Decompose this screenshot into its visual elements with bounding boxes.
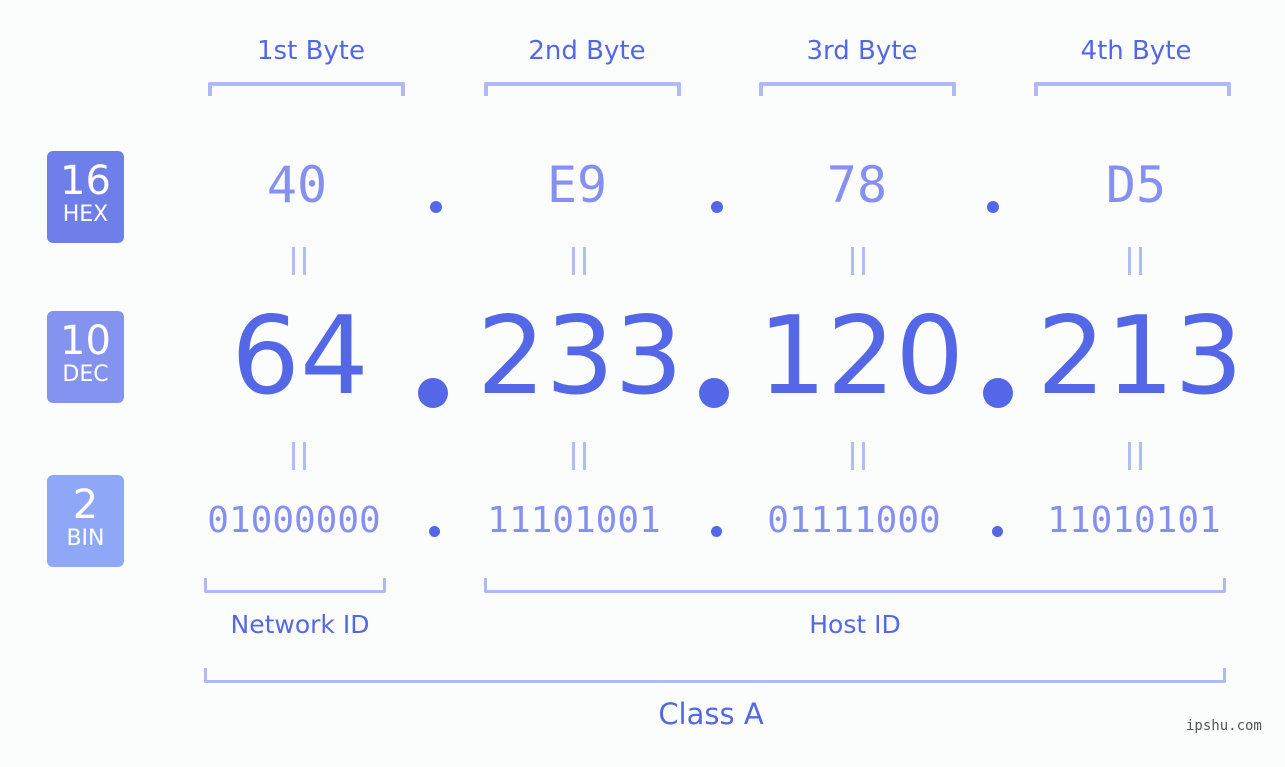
hex-value-2: E9: [546, 156, 608, 214]
bin-separator-dot: [992, 526, 1003, 537]
byte-bracket-2: [484, 82, 681, 96]
dec-value-2: 233: [476, 294, 684, 419]
bin-value-4: 11010101: [1047, 500, 1221, 541]
byte-bracket-1: [208, 82, 405, 96]
dec-separator-dot: [418, 378, 448, 408]
bin-badge: 2 BIN: [47, 475, 124, 567]
equals-sign: [292, 442, 306, 470]
byte-header-1: 1st Byte: [257, 36, 365, 66]
hex-badge-label: HEX: [62, 202, 109, 227]
bin-value-3: 01111000: [767, 500, 941, 541]
hex-badge-number: 16: [60, 158, 111, 204]
equals-sign: [572, 442, 586, 470]
equals-sign: [851, 247, 865, 275]
watermark: ipshu.com: [1186, 718, 1262, 734]
byte-header-4: 4th Byte: [1080, 36, 1192, 66]
bin-separator-dot: [711, 526, 722, 537]
bin-badge-number: 2: [72, 482, 99, 528]
hex-value-4: D5: [1105, 156, 1167, 214]
bin-separator-dot: [429, 526, 440, 537]
dec-value-1: 64: [231, 294, 369, 419]
bin-value-2: 11101001: [487, 500, 661, 541]
dec-badge-number: 10: [60, 318, 111, 364]
network-id-label: Network ID: [230, 610, 370, 639]
class-label: Class A: [658, 697, 764, 731]
bin-value-1: 01000000: [207, 500, 381, 541]
byte-header-3: 3rd Byte: [806, 36, 918, 66]
hex-value-1: 40: [266, 156, 328, 214]
equals-sign: [292, 247, 306, 275]
dec-value-4: 213: [1036, 294, 1244, 419]
byte-bracket-3: [759, 82, 956, 96]
hex-badge: 16 HEX: [47, 151, 124, 243]
hex-separator-dot: [430, 201, 442, 213]
equals-sign: [572, 247, 586, 275]
hex-separator-dot: [987, 201, 999, 213]
dec-separator-dot: [699, 378, 729, 408]
dec-separator-dot: [983, 378, 1013, 408]
dec-badge: 10 DEC: [47, 311, 124, 403]
host-id-label: Host ID: [809, 610, 901, 639]
bin-badge-label: BIN: [66, 526, 105, 551]
dec-value-3: 120: [757, 294, 965, 419]
byte-bracket-4: [1034, 82, 1231, 96]
equals-sign: [1128, 442, 1142, 470]
byte-header-2: 2nd Byte: [528, 36, 646, 66]
hex-value-3: 78: [826, 156, 888, 214]
host-id-bracket: [484, 578, 1226, 593]
network-id-bracket: [204, 578, 386, 593]
class-bracket: [204, 668, 1226, 683]
dec-badge-label: DEC: [62, 362, 109, 387]
hex-separator-dot: [711, 201, 723, 213]
equals-sign: [1128, 247, 1142, 275]
equals-sign: [851, 442, 865, 470]
